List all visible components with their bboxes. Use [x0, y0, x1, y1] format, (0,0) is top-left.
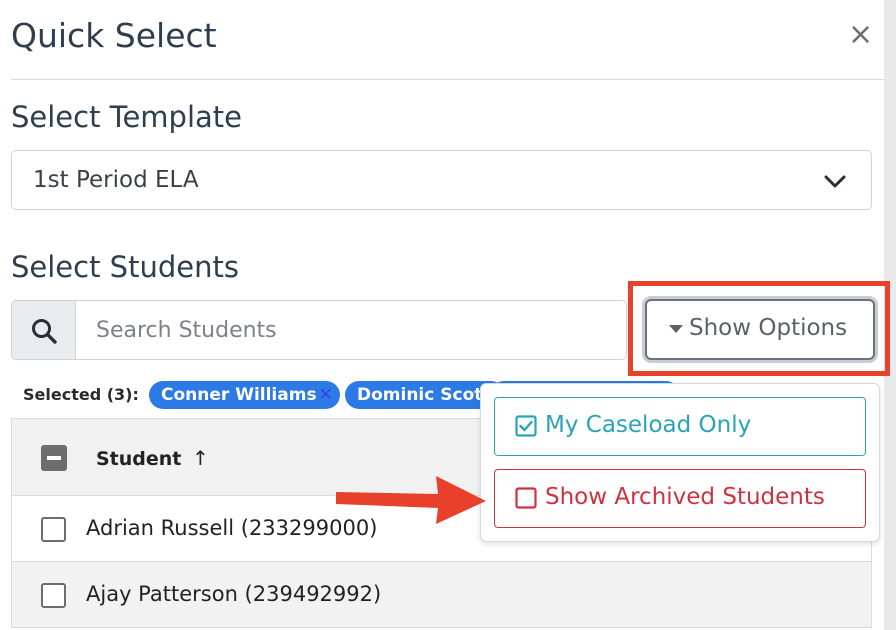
selected-chip[interactable]: Conner Williams ✕ [149, 381, 340, 409]
select-all-checkbox[interactable] [41, 445, 67, 471]
template-section-label: Select Template [11, 100, 243, 134]
options-dropdown-menu: My Caseload Only Show Archived Students [480, 383, 880, 542]
search-icon [32, 319, 57, 344]
student-search [11, 300, 627, 360]
red-arrow-icon [336, 476, 486, 524]
row-checkbox[interactable] [41, 517, 66, 542]
remove-chip-icon[interactable]: ✕ [319, 385, 333, 405]
student-name: Ajay Patterson (239492992) [86, 582, 382, 606]
close-icon[interactable]: × [848, 20, 873, 50]
show-archived-students-option[interactable]: Show Archived Students [494, 469, 866, 528]
students-section-label: Select Students [11, 250, 239, 284]
sort-ascending-icon[interactable]: ↑ [192, 446, 209, 470]
template-select-value: 1st Period ELA [33, 167, 199, 193]
caret-down-icon [669, 325, 683, 333]
chip-label: Dominic Scott [357, 385, 491, 405]
checked-box-icon [515, 415, 537, 437]
dialog-title: Quick Select [11, 16, 217, 55]
show-options-label: Show Options [689, 315, 848, 341]
chip-label: Conner Williams [161, 385, 317, 405]
table-row[interactable]: Ajay Patterson (239492992) [11, 562, 872, 628]
row-checkbox[interactable] [41, 583, 66, 608]
chevron-down-icon [824, 175, 846, 188]
my-caseload-only-label: My Caseload Only [545, 412, 752, 438]
divider [11, 79, 884, 80]
selected-count-label: Selected (3): [23, 385, 139, 404]
show-options-button[interactable]: Show Options [645, 299, 875, 360]
template-select[interactable]: 1st Period ELA [11, 150, 872, 210]
my-caseload-only-option[interactable]: My Caseload Only [494, 397, 866, 456]
column-header-student[interactable]: Student [96, 448, 181, 470]
unchecked-box-icon [515, 487, 537, 509]
search-input[interactable] [75, 300, 627, 360]
student-name: Adrian Russell (233299000) [86, 516, 378, 540]
show-archived-students-label: Show Archived Students [545, 484, 825, 510]
search-button[interactable] [11, 300, 76, 360]
